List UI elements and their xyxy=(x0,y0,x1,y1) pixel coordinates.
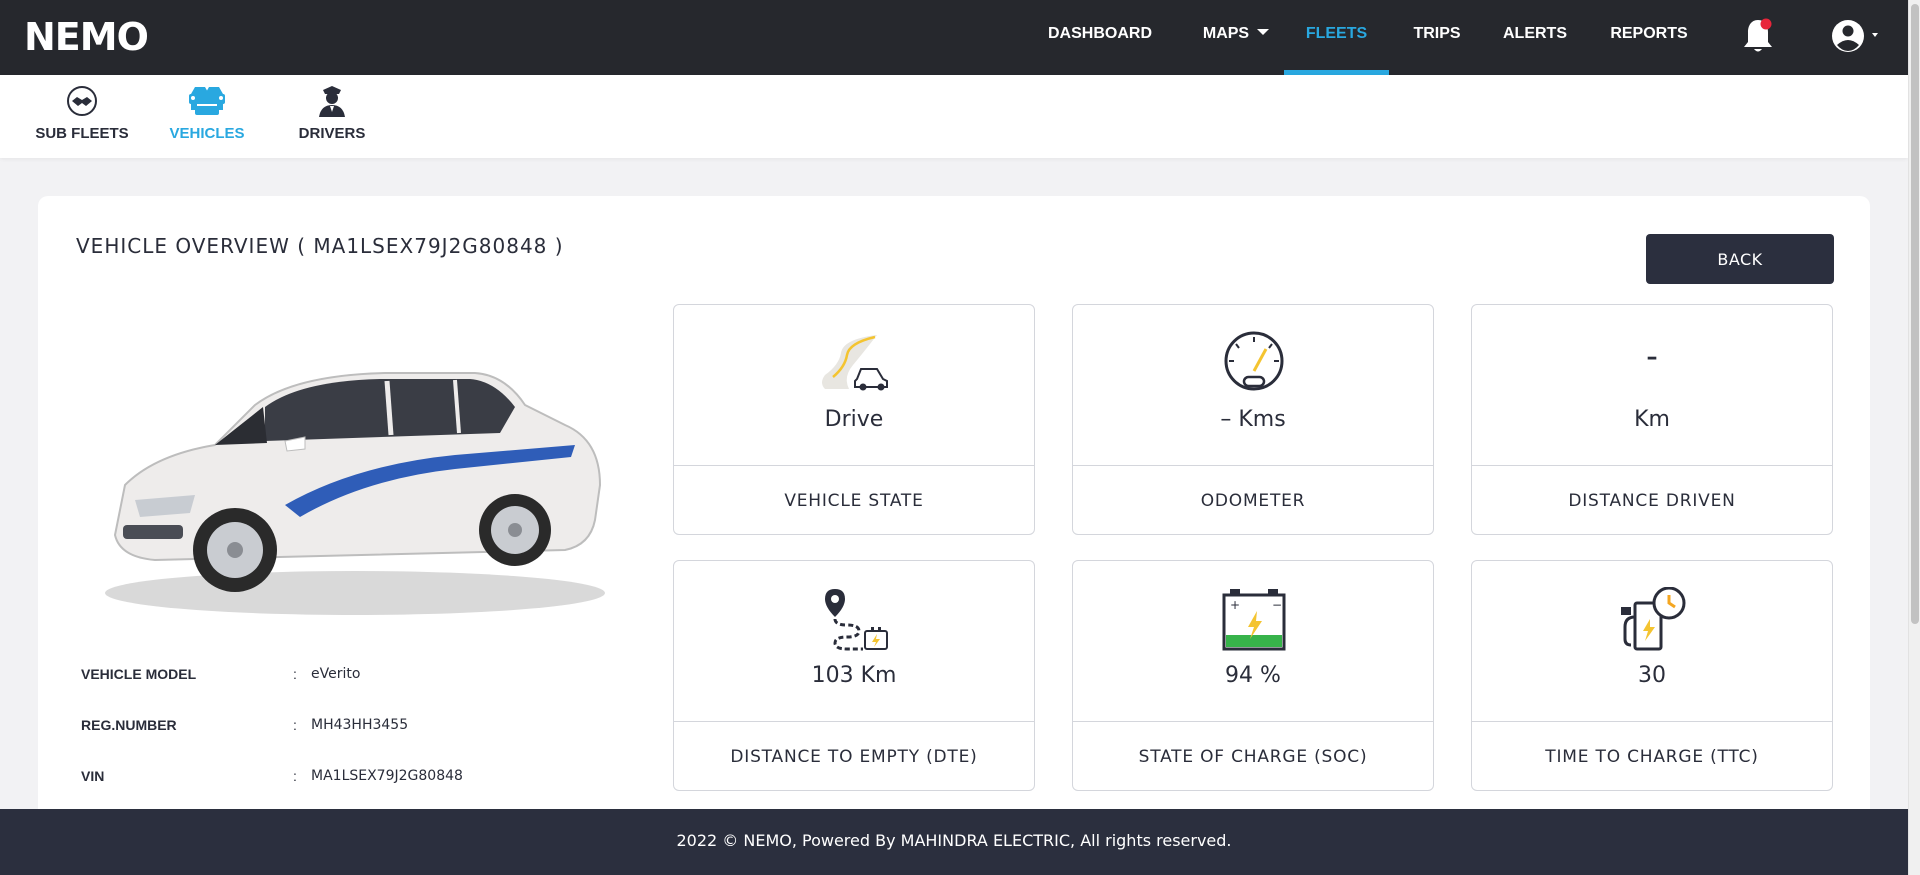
nav-label: FLEETS xyxy=(1305,25,1368,42)
spec-label: VEHICLE MODEL xyxy=(81,666,197,682)
metric-value: 94 % xyxy=(1225,663,1281,688)
vehicle-image xyxy=(95,345,615,620)
nav-maps[interactable]: MAPS xyxy=(1186,0,1286,75)
metric-top: 30 xyxy=(1472,561,1832,722)
spec-value: MH43HH3455 xyxy=(311,717,409,733)
metric-label: ODOMETER xyxy=(1200,491,1306,511)
metric-label: DISTANCE DRIVEN xyxy=(1568,491,1736,511)
subnav-label: SUB FLEETS xyxy=(35,125,129,142)
spec-separator: : xyxy=(293,717,297,733)
metric-distance-to-empty: 103 Km DISTANCE TO EMPTY (DTE) xyxy=(673,560,1035,791)
subnav-label: DRIVERS xyxy=(298,125,366,142)
metric-vehicle-state: Drive VEHICLE STATE xyxy=(673,304,1035,535)
metric-top: – Km xyxy=(1472,305,1832,466)
metric-label: STATE OF CHARGE (SOC) xyxy=(1138,747,1368,767)
subnav-sub-fleets[interactable]: SUB FLEETS xyxy=(34,83,130,142)
handshake-icon xyxy=(34,83,130,119)
top-navbar: NEMO DASHBOARD MAPS FLEETS TRIPS ALERTS … xyxy=(0,0,1908,75)
charging-station-clock-icon xyxy=(1613,587,1693,651)
footer-text: 2022 © NEMO, Powered By MAHINDRA ELECTRI… xyxy=(676,831,1232,850)
nav-dashboard[interactable]: DASHBOARD xyxy=(1040,0,1160,75)
metric-top: – Kms xyxy=(1073,305,1433,466)
route-pin-icon xyxy=(815,587,895,651)
metric-odometer: – Kms ODOMETER xyxy=(1072,304,1434,535)
nav-label: ALERTS xyxy=(1503,25,1567,42)
metric-unit: Km xyxy=(1634,407,1670,432)
spec-separator: : xyxy=(293,768,297,784)
spec-value: eVerito xyxy=(311,666,361,682)
metric-value: Drive xyxy=(824,407,884,432)
footer: 2022 © NEMO, Powered By MAHINDRA ELECTRI… xyxy=(0,809,1908,875)
nav-label: MAPS xyxy=(1202,25,1250,42)
user-menu[interactable] xyxy=(1830,18,1890,54)
metric-label: VEHICLE STATE xyxy=(784,491,924,511)
subnav-vehicles[interactable]: VEHICLES xyxy=(166,83,248,142)
svg-text:+: + xyxy=(1230,598,1240,612)
metric-value: – xyxy=(1646,345,1658,370)
metric-label: TIME TO CHARGE (TTC) xyxy=(1545,747,1759,767)
nemo-logo[interactable]: NEMO xyxy=(24,15,149,59)
page-scrollbar[interactable] xyxy=(1908,0,1920,875)
bell-icon[interactable] xyxy=(1740,16,1776,56)
nav-reports[interactable]: REPORTS xyxy=(1604,0,1694,75)
scrollbar-thumb[interactable] xyxy=(1911,4,1919,624)
metric-state-of-charge: + − 94 % STATE OF CHARGE (SOC) xyxy=(1072,560,1434,791)
metric-value: – Kms xyxy=(1220,407,1286,432)
nav-label: TRIPS xyxy=(1413,25,1461,42)
subnav-label: VEHICLES xyxy=(169,125,245,142)
nav-label: DASHBOARD xyxy=(1048,25,1152,42)
user-account-icon xyxy=(1832,20,1878,52)
spec-separator: : xyxy=(293,666,297,682)
metric-time-to-charge: 30 TIME TO CHARGE (TTC) xyxy=(1471,560,1833,791)
metric-top: + − 94 % xyxy=(1073,561,1433,722)
metric-label: DISTANCE TO EMPTY (DTE) xyxy=(730,747,978,767)
nav-label: REPORTS xyxy=(1610,25,1688,42)
back-button[interactable]: BACK xyxy=(1646,234,1834,284)
nav-fleets[interactable]: FLEETS xyxy=(1284,0,1389,75)
battery-icon: + − xyxy=(1214,587,1294,651)
page-title: VEHICLE OVERVIEW ( MA1LSEX79J2G80848 ) xyxy=(76,234,564,258)
road-car-icon xyxy=(815,331,895,395)
metric-value: 103 Km xyxy=(811,663,897,688)
metric-value: 30 xyxy=(1638,663,1666,688)
nav-trips[interactable]: TRIPS xyxy=(1402,0,1472,75)
vehicles-icon xyxy=(166,83,248,119)
driver-icon xyxy=(292,83,372,119)
spec-label: VIN xyxy=(81,768,105,784)
spec-label: REG.NUMBER xyxy=(81,717,177,733)
svg-text:−: − xyxy=(1272,598,1282,612)
metric-top: 103 Km xyxy=(674,561,1034,722)
metric-top: Drive xyxy=(674,305,1034,466)
chevron-down-icon xyxy=(1257,28,1270,35)
spec-value: MA1LSEX79J2G80848 xyxy=(311,768,463,784)
metric-distance-driven: – Km DISTANCE DRIVEN xyxy=(1471,304,1833,535)
sub-navbar: SUB FLEETS VEHICLES DRIVERS xyxy=(0,75,1908,158)
speedometer-icon xyxy=(1214,331,1294,395)
nav-alerts[interactable]: ALERTS xyxy=(1498,0,1572,75)
logo-text: NEMO xyxy=(24,15,149,59)
subnav-drivers[interactable]: DRIVERS xyxy=(292,83,372,142)
